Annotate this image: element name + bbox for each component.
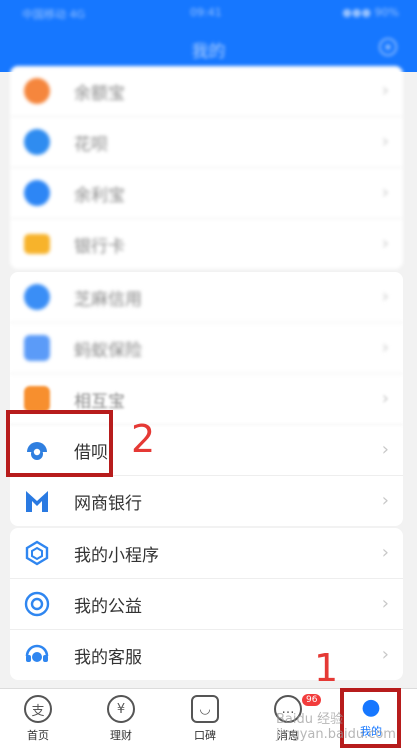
sesame-credit-icon: [24, 284, 50, 310]
annotation-box-step2: [6, 410, 113, 477]
services-card: 芝麻信用 › 蚂蚁保险 › 相互宝 › 借呗 › 网商银行 ›: [10, 272, 403, 526]
xianghubao-icon: [24, 386, 50, 412]
chevron-right-icon: ›: [381, 337, 389, 358]
menu-item-yuebao[interactable]: 余额宝 ›: [10, 66, 403, 117]
menu-item-charity[interactable]: 我的公益 ›: [10, 579, 403, 630]
menu-item-label: 蚂蚁保险: [74, 340, 142, 361]
tab-label: 理财: [110, 729, 132, 742]
chevron-right-icon: ›: [381, 182, 389, 203]
personal-card: 我的小程序 › 我的公益 › 我的客服 ›: [10, 528, 403, 680]
mybank-icon: [26, 491, 48, 512]
bank-card-icon: [24, 234, 50, 254]
tab-label: 口碑: [194, 729, 216, 742]
page-title: 我的: [191, 42, 226, 62]
carrier-label: 中国移动 4G: [22, 8, 86, 21]
menu-item-customer-service[interactable]: 我的客服 ›: [10, 630, 403, 680]
menu-item-label: 我的小程序: [74, 545, 159, 566]
menu-item-bank-card[interactable]: 银行卡 ›: [10, 219, 403, 269]
tab-label: 首页: [27, 729, 49, 742]
yuebao-icon: [24, 78, 50, 104]
yulibao-icon: [24, 180, 50, 206]
chevron-right-icon: ›: [381, 542, 389, 563]
menu-item-label: 芝麻信用: [74, 289, 142, 310]
customer-service-icon: [25, 644, 49, 662]
alipay-home-icon: 支: [24, 695, 52, 723]
chevron-right-icon: ›: [381, 593, 389, 614]
battery-indicator: ●●● 90%: [342, 6, 399, 19]
chevron-right-icon: ›: [381, 490, 389, 511]
watermark-text: Baidu 经验 jingyan.baidu.com: [276, 712, 396, 742]
menu-item-label: 花呗: [74, 134, 108, 155]
koubei-icon: ◡: [191, 695, 219, 723]
menu-item-label: 我的公益: [74, 596, 142, 617]
annotation-number-2: 2: [131, 417, 156, 461]
chevron-right-icon: ›: [381, 286, 389, 307]
tab-wealth[interactable]: ¥ 理财: [93, 695, 149, 743]
menu-item-yulibao[interactable]: 余利宝 ›: [10, 168, 403, 219]
menu-item-label: 银行卡: [74, 236, 125, 257]
chevron-right-icon: ›: [381, 439, 389, 460]
charity-icon: [24, 591, 50, 617]
menu-item-label: 相互宝: [74, 391, 125, 412]
menu-item-sesame-credit[interactable]: 芝麻信用 ›: [10, 272, 403, 323]
settings-gear-icon[interactable]: [377, 36, 399, 58]
chevron-right-icon: ›: [381, 80, 389, 101]
yuan-icon: ¥: [107, 695, 135, 723]
messages-count-badge: 96: [302, 694, 322, 706]
tab-koubei[interactable]: ◡ 口碑: [177, 695, 233, 743]
menu-item-mini-programs[interactable]: 我的小程序 ›: [10, 528, 403, 579]
annotation-number-1: 1: [314, 646, 339, 690]
mini-program-icon: [25, 540, 49, 566]
menu-item-label: 余额宝: [74, 83, 125, 104]
menu-item-label: 网商银行: [74, 493, 142, 514]
menu-item-mybank[interactable]: 网商银行 ›: [10, 476, 403, 526]
assets-card: 余额宝 › 花呗 › 余利宝 › 银行卡 ›: [10, 66, 403, 269]
menu-item-ant-insurance[interactable]: 蚂蚁保险 ›: [10, 323, 403, 374]
menu-item-label: 余利宝: [74, 185, 125, 206]
chevron-right-icon: ›: [381, 388, 389, 409]
huabei-icon: [24, 129, 50, 155]
status-time: 09:41: [190, 6, 222, 19]
menu-item-label: 我的客服: [74, 647, 142, 668]
chevron-right-icon: ›: [381, 644, 389, 665]
menu-item-huabei[interactable]: 花呗 ›: [10, 117, 403, 168]
tab-home[interactable]: 支 首页: [10, 695, 66, 743]
chevron-right-icon: ›: [381, 131, 389, 152]
chevron-right-icon: ›: [381, 233, 389, 254]
ant-insurance-icon: [24, 335, 50, 361]
top-header: 中国移动 4G 09:41 ●●● 90% 我的: [0, 0, 417, 72]
